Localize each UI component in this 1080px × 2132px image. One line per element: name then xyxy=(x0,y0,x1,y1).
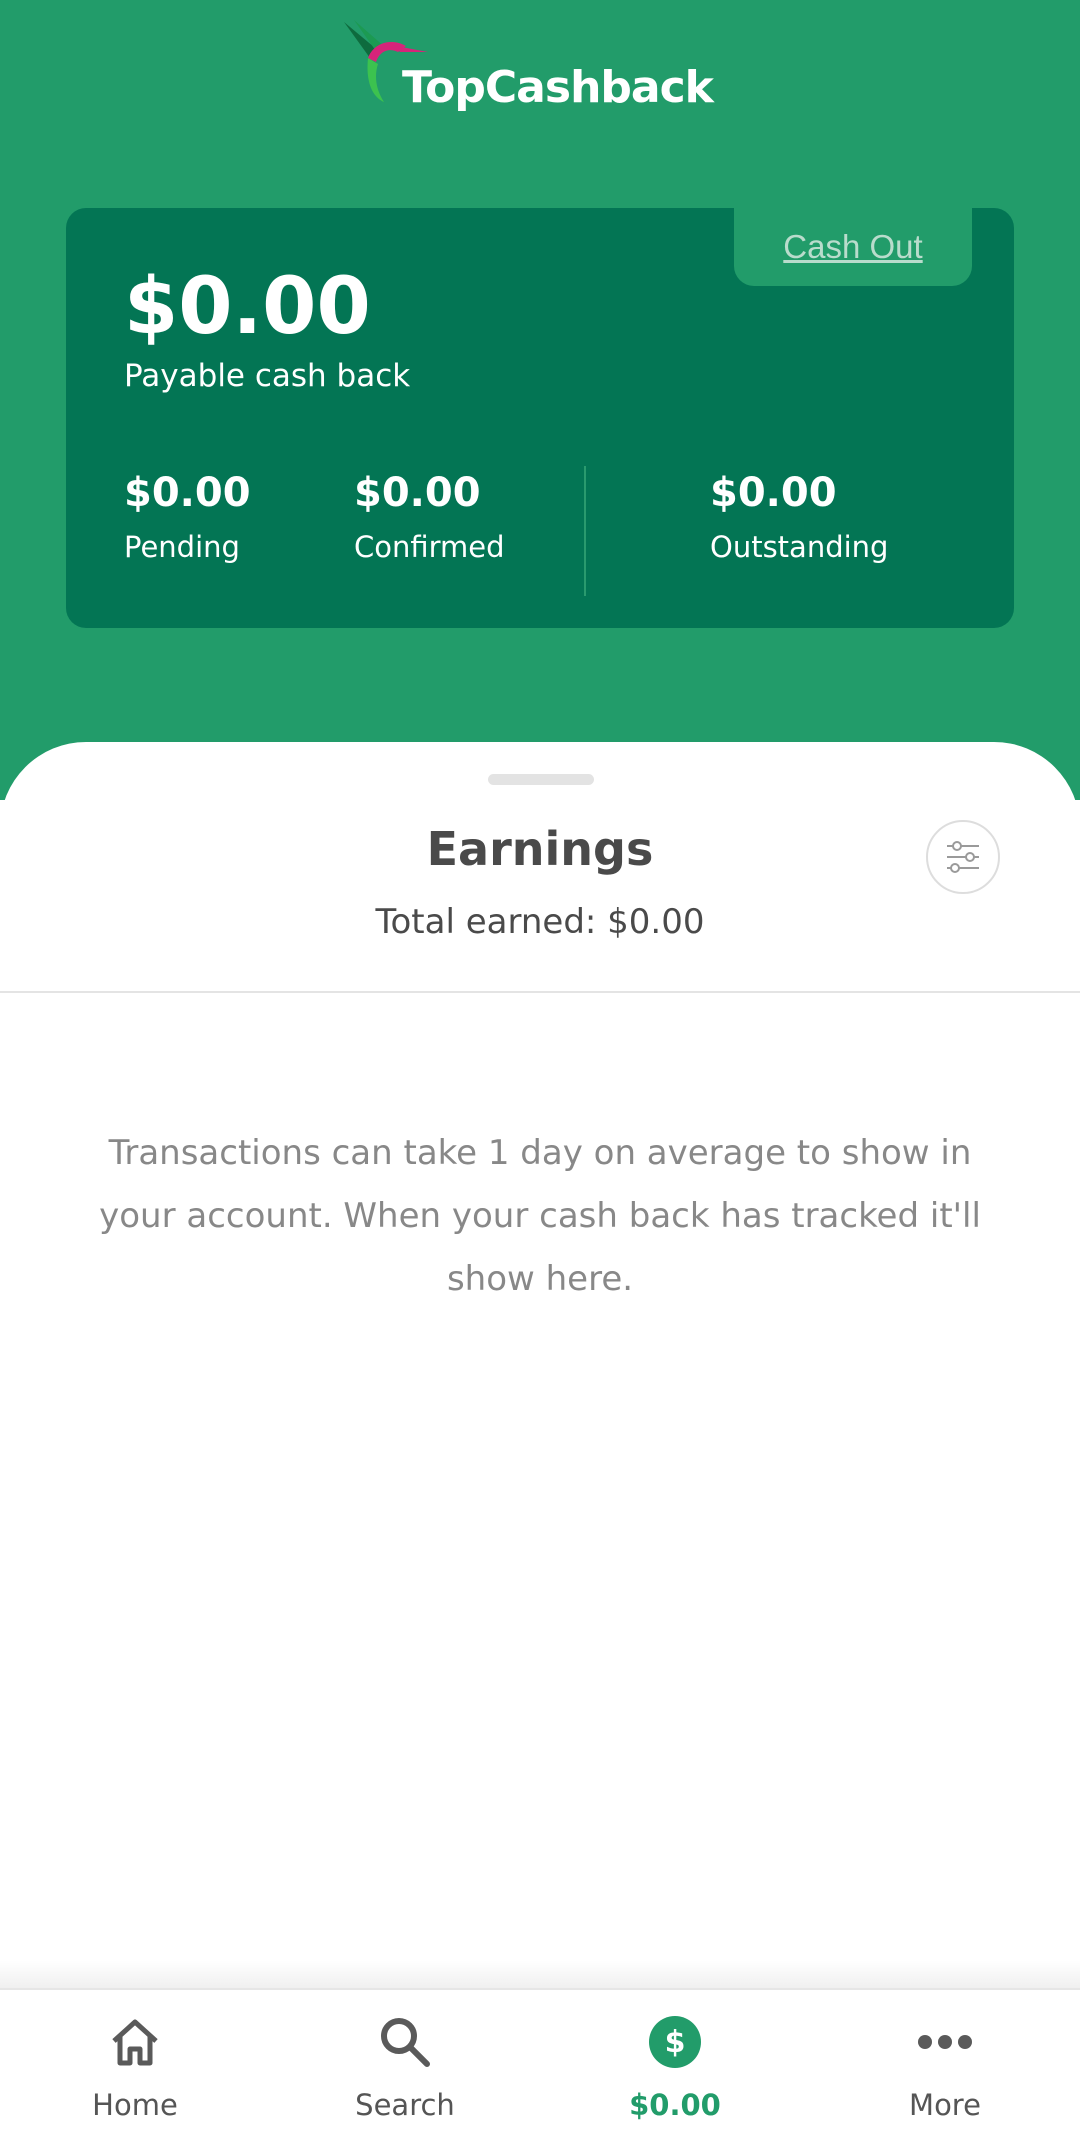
nav-label-cashback: $0.00 xyxy=(629,2088,721,2122)
cash-out-tab[interactable]: Cash Out xyxy=(734,208,972,286)
nav-label-home: Home xyxy=(92,2088,178,2122)
logo-text: TopCashback xyxy=(402,62,714,113)
logo: TopCashback xyxy=(340,18,714,118)
nav-item-more[interactable]: More xyxy=(810,1990,1080,2132)
total-earned: Total earned: $0.00 xyxy=(375,902,705,942)
more-icon xyxy=(915,2012,975,2072)
outstanding-amount: $0.00 xyxy=(710,470,837,516)
nav-shadow xyxy=(0,1960,1080,1988)
confirmed-label: Confirmed xyxy=(354,530,505,564)
svg-text:$: $ xyxy=(665,2025,686,2060)
bottom-nav: Home Search $ $0.00 More xyxy=(0,1988,1080,2132)
sheet-divider xyxy=(0,991,1080,993)
home-icon xyxy=(105,2012,165,2072)
filter-button[interactable] xyxy=(926,820,1000,894)
confirmed-stat: $0.00 Confirmed xyxy=(354,470,505,564)
pending-stat: $0.00 Pending xyxy=(124,470,251,564)
nav-item-search[interactable]: Search xyxy=(270,1990,540,2132)
page: TopCashback Cash Out $0.00 Payable cash … xyxy=(0,0,1080,2132)
search-icon xyxy=(375,2012,435,2072)
balance-card: Cash Out $0.00 Payable cash back $0.00 P… xyxy=(66,208,1014,628)
earnings-sheet: Earnings Total earned: $0.00 Transaction… xyxy=(0,742,1080,1992)
cash-out-link[interactable]: Cash Out xyxy=(783,228,922,266)
outstanding-label: Outstanding xyxy=(710,530,889,564)
nav-label-search: Search xyxy=(355,2088,455,2122)
nav-item-cashback[interactable]: $ $0.00 xyxy=(540,1990,810,2132)
sliders-icon xyxy=(947,841,979,873)
dollar-icon: $ xyxy=(645,2012,705,2072)
header-background: TopCashback Cash Out $0.00 Payable cash … xyxy=(0,0,1080,800)
nav-label-more: More xyxy=(909,2088,981,2122)
pending-amount: $0.00 xyxy=(124,470,251,516)
nav-item-home[interactable]: Home xyxy=(0,1990,270,2132)
empty-state-message: Transactions can take 1 day on average t… xyxy=(99,1133,981,1299)
payable-label: Payable cash back xyxy=(124,358,411,394)
card-divider xyxy=(584,466,586,596)
outstanding-stat: $0.00 Outstanding xyxy=(710,470,888,564)
confirmed-amount: $0.00 xyxy=(354,470,481,516)
pending-label: Pending xyxy=(124,530,240,564)
payable-amount: $0.00 xyxy=(124,262,371,352)
sheet-drag-handle[interactable] xyxy=(488,774,594,785)
earnings-title: Earnings xyxy=(426,822,654,876)
